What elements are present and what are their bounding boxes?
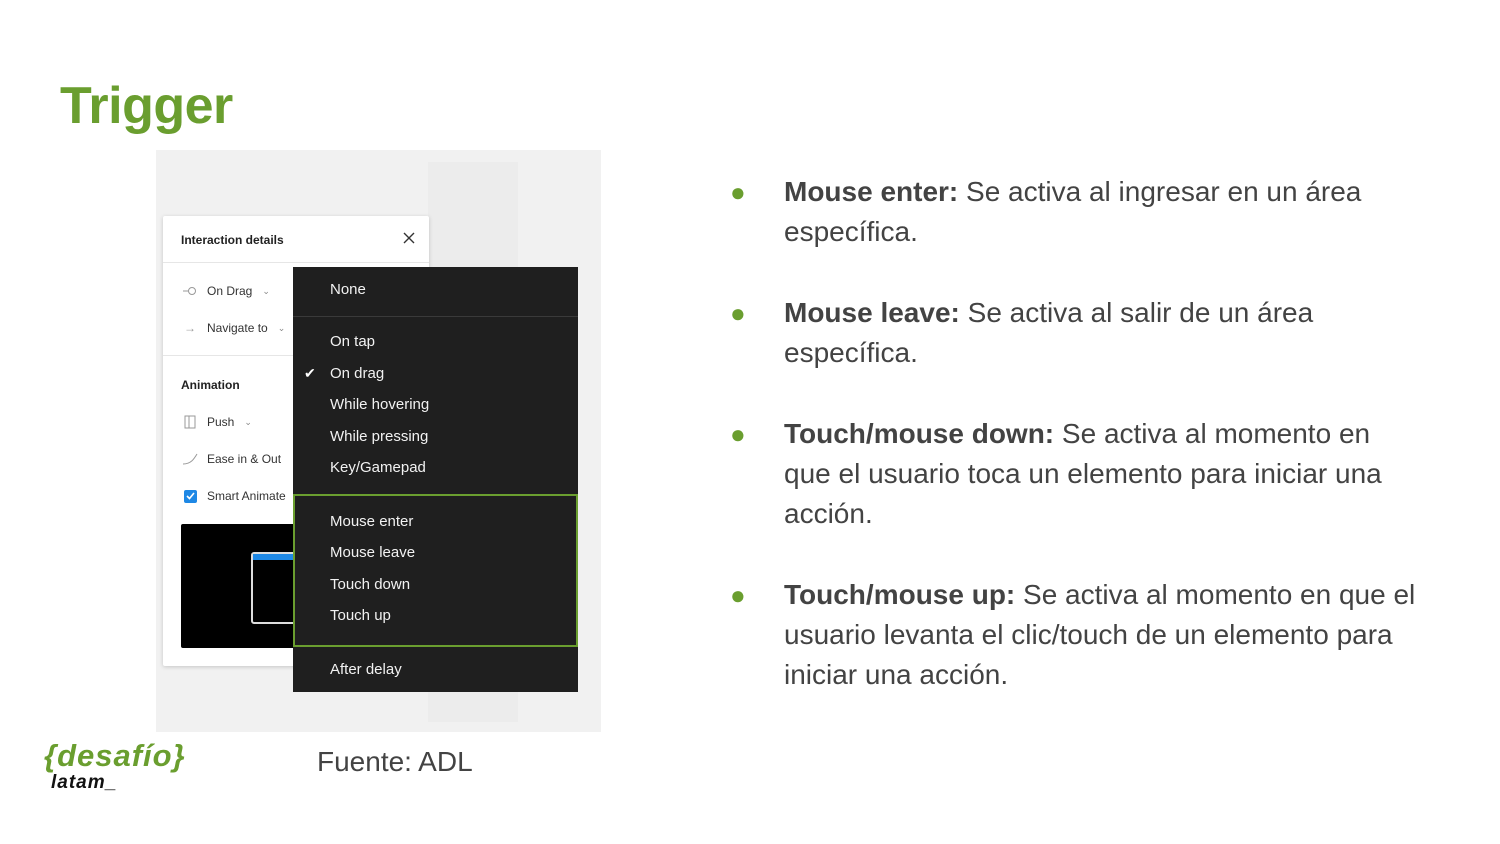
menu-item-touch-up[interactable]: Touch up <box>330 607 391 624</box>
trigger-label: On Drag <box>207 284 253 298</box>
bullet-term: Mouse leave: <box>784 297 960 328</box>
checkbox-wrap <box>181 489 199 503</box>
desafio-latam-logo: {desafío} latam_ <box>44 738 204 798</box>
menu-item-mouse-leave[interactable]: Mouse leave <box>330 544 415 561</box>
animation-type-label: Push <box>207 415 235 429</box>
menu-item-on-tap[interactable]: On tap <box>330 333 375 350</box>
menu-item-none[interactable]: None <box>330 281 366 298</box>
figma-screenshot: Interaction details On Drag ⌄ → Navigate… <box>156 150 601 732</box>
menu-item-while-hovering[interactable]: While hovering <box>330 396 429 413</box>
logo-bottom-text: latam_ <box>51 772 118 793</box>
chevron-down-icon: ⌄ <box>262 285 270 296</box>
bullet-term: Touch/mouse up: <box>784 579 1016 610</box>
animation-type-select[interactable]: Push ⌄ <box>181 415 252 429</box>
easing-label: Ease in & Out <box>207 452 282 466</box>
menu-item-while-pressing[interactable]: While pressing <box>330 428 428 445</box>
slide-title: Trigger <box>60 77 233 135</box>
source-caption: Fuente: ADL <box>317 746 473 777</box>
bullet-list: ● Mouse enter: Se activa al ingresar en … <box>730 172 1420 736</box>
bullet-item: ● Mouse enter: Se activa al ingresar en … <box>730 172 1420 252</box>
panel-header: Interaction details <box>163 216 429 263</box>
bullet-dot-icon: ● <box>730 177 746 207</box>
smart-animate-toggle[interactable]: Smart Animate <box>181 489 286 503</box>
logo-top-text: {desafío} <box>44 738 186 773</box>
trigger-select[interactable]: On Drag ⌄ <box>181 284 270 298</box>
easing-curve-icon <box>181 452 199 466</box>
bullet-dot-icon: ● <box>730 298 746 328</box>
arrow-right-icon: → <box>184 321 196 335</box>
menu-item-after-delay[interactable]: After delay <box>330 661 402 678</box>
animation-preview <box>181 524 311 648</box>
bullet-item: ● Mouse leave: Se activa al salir de un … <box>730 293 1420 373</box>
animation-heading: Animation <box>181 378 240 392</box>
easing-select[interactable]: Ease in & Out <box>181 452 281 466</box>
bullet-item: ● Touch/mouse down: Se activa al momento… <box>730 414 1420 534</box>
bullet-dot-icon: ● <box>730 580 746 610</box>
menu-item-touch-down[interactable]: Touch down <box>330 576 410 593</box>
bullet-dot-icon: ● <box>730 419 746 449</box>
bullet-term: Mouse enter: <box>784 176 959 207</box>
menu-divider <box>293 316 578 317</box>
check-icon: ✔ <box>304 365 316 381</box>
trigger-dropdown-menu: None On tap ✔ On drag While hovering Whi… <box>293 267 578 692</box>
menu-item-mouse-enter[interactable]: Mouse enter <box>330 513 413 530</box>
bullet-term: Touch/mouse down: <box>784 418 1055 449</box>
action-label: Navigate to <box>207 321 268 335</box>
menu-item-key-gamepad[interactable]: Key/Gamepad <box>330 459 426 476</box>
checkbox-checked-icon[interactable] <box>183 489 197 503</box>
chevron-down-icon: ⌄ <box>277 322 286 333</box>
menu-item-on-drag[interactable]: On drag <box>330 365 384 382</box>
close-icon[interactable] <box>401 230 417 246</box>
action-select[interactable]: → Navigate to ⌄ <box>181 321 285 335</box>
chevron-down-icon: ⌄ <box>244 416 252 427</box>
smart-animate-label: Smart Animate <box>207 489 286 503</box>
bullet-item: ● Touch/mouse up: Se activa al momento e… <box>730 575 1420 695</box>
drag-trigger-icon <box>181 284 199 298</box>
push-icon <box>181 415 199 429</box>
panel-title: Interaction details <box>181 233 284 247</box>
